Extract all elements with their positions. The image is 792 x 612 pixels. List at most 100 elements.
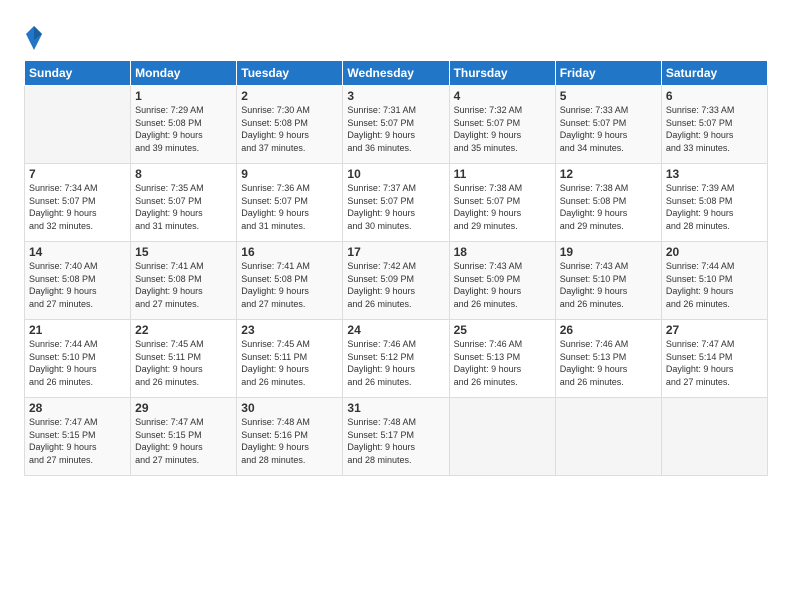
day-number: 23	[241, 323, 338, 337]
day-cell: 11Sunrise: 7:38 AM Sunset: 5:07 PM Dayli…	[449, 164, 555, 242]
day-info: Sunrise: 7:39 AM Sunset: 5:08 PM Dayligh…	[666, 182, 763, 232]
day-cell: 9Sunrise: 7:36 AM Sunset: 5:07 PM Daylig…	[237, 164, 343, 242]
day-number: 3	[347, 89, 444, 103]
day-number: 29	[135, 401, 232, 415]
day-number: 16	[241, 245, 338, 259]
day-cell: 30Sunrise: 7:48 AM Sunset: 5:16 PM Dayli…	[237, 398, 343, 476]
day-number: 17	[347, 245, 444, 259]
week-row-4: 21Sunrise: 7:44 AM Sunset: 5:10 PM Dayli…	[25, 320, 768, 398]
day-info: Sunrise: 7:36 AM Sunset: 5:07 PM Dayligh…	[241, 182, 338, 232]
day-info: Sunrise: 7:35 AM Sunset: 5:07 PM Dayligh…	[135, 182, 232, 232]
day-cell: 19Sunrise: 7:43 AM Sunset: 5:10 PM Dayli…	[555, 242, 661, 320]
day-number: 24	[347, 323, 444, 337]
header-cell-thursday: Thursday	[449, 61, 555, 86]
day-cell: 5Sunrise: 7:33 AM Sunset: 5:07 PM Daylig…	[555, 86, 661, 164]
day-number: 30	[241, 401, 338, 415]
day-cell: 31Sunrise: 7:48 AM Sunset: 5:17 PM Dayli…	[343, 398, 449, 476]
day-cell: 3Sunrise: 7:31 AM Sunset: 5:07 PM Daylig…	[343, 86, 449, 164]
day-info: Sunrise: 7:30 AM Sunset: 5:08 PM Dayligh…	[241, 104, 338, 154]
day-info: Sunrise: 7:32 AM Sunset: 5:07 PM Dayligh…	[454, 104, 551, 154]
day-info: Sunrise: 7:29 AM Sunset: 5:08 PM Dayligh…	[135, 104, 232, 154]
day-info: Sunrise: 7:43 AM Sunset: 5:10 PM Dayligh…	[560, 260, 657, 310]
day-number: 10	[347, 167, 444, 181]
day-number: 31	[347, 401, 444, 415]
day-cell: 14Sunrise: 7:40 AM Sunset: 5:08 PM Dayli…	[25, 242, 131, 320]
day-cell: 24Sunrise: 7:46 AM Sunset: 5:12 PM Dayli…	[343, 320, 449, 398]
day-info: Sunrise: 7:38 AM Sunset: 5:08 PM Dayligh…	[560, 182, 657, 232]
day-number: 28	[29, 401, 126, 415]
day-info: Sunrise: 7:48 AM Sunset: 5:16 PM Dayligh…	[241, 416, 338, 466]
day-info: Sunrise: 7:40 AM Sunset: 5:08 PM Dayligh…	[29, 260, 126, 310]
day-number: 15	[135, 245, 232, 259]
day-cell: 15Sunrise: 7:41 AM Sunset: 5:08 PM Dayli…	[131, 242, 237, 320]
day-info: Sunrise: 7:42 AM Sunset: 5:09 PM Dayligh…	[347, 260, 444, 310]
day-cell: 28Sunrise: 7:47 AM Sunset: 5:15 PM Dayli…	[25, 398, 131, 476]
day-info: Sunrise: 7:37 AM Sunset: 5:07 PM Dayligh…	[347, 182, 444, 232]
day-number: 26	[560, 323, 657, 337]
day-cell: 20Sunrise: 7:44 AM Sunset: 5:10 PM Dayli…	[661, 242, 767, 320]
day-cell	[555, 398, 661, 476]
day-number: 5	[560, 89, 657, 103]
logo	[24, 24, 47, 52]
week-row-2: 7Sunrise: 7:34 AM Sunset: 5:07 PM Daylig…	[25, 164, 768, 242]
day-number: 4	[454, 89, 551, 103]
logo-icon	[24, 24, 44, 52]
day-cell	[25, 86, 131, 164]
day-cell	[661, 398, 767, 476]
day-cell: 25Sunrise: 7:46 AM Sunset: 5:13 PM Dayli…	[449, 320, 555, 398]
day-info: Sunrise: 7:38 AM Sunset: 5:07 PM Dayligh…	[454, 182, 551, 232]
day-cell	[449, 398, 555, 476]
day-cell: 29Sunrise: 7:47 AM Sunset: 5:15 PM Dayli…	[131, 398, 237, 476]
day-info: Sunrise: 7:48 AM Sunset: 5:17 PM Dayligh…	[347, 416, 444, 466]
day-cell: 26Sunrise: 7:46 AM Sunset: 5:13 PM Dayli…	[555, 320, 661, 398]
day-info: Sunrise: 7:47 AM Sunset: 5:14 PM Dayligh…	[666, 338, 763, 388]
day-cell: 6Sunrise: 7:33 AM Sunset: 5:07 PM Daylig…	[661, 86, 767, 164]
header-cell-sunday: Sunday	[25, 61, 131, 86]
day-info: Sunrise: 7:34 AM Sunset: 5:07 PM Dayligh…	[29, 182, 126, 232]
day-info: Sunrise: 7:44 AM Sunset: 5:10 PM Dayligh…	[29, 338, 126, 388]
header-cell-saturday: Saturday	[661, 61, 767, 86]
day-info: Sunrise: 7:45 AM Sunset: 5:11 PM Dayligh…	[135, 338, 232, 388]
day-cell: 13Sunrise: 7:39 AM Sunset: 5:08 PM Dayli…	[661, 164, 767, 242]
day-number: 11	[454, 167, 551, 181]
day-cell: 18Sunrise: 7:43 AM Sunset: 5:09 PM Dayli…	[449, 242, 555, 320]
day-number: 2	[241, 89, 338, 103]
day-cell: 21Sunrise: 7:44 AM Sunset: 5:10 PM Dayli…	[25, 320, 131, 398]
week-row-1: 1Sunrise: 7:29 AM Sunset: 5:08 PM Daylig…	[25, 86, 768, 164]
header-cell-wednesday: Wednesday	[343, 61, 449, 86]
week-row-3: 14Sunrise: 7:40 AM Sunset: 5:08 PM Dayli…	[25, 242, 768, 320]
day-number: 27	[666, 323, 763, 337]
calendar-table: SundayMondayTuesdayWednesdayThursdayFrid…	[24, 60, 768, 476]
day-info: Sunrise: 7:43 AM Sunset: 5:09 PM Dayligh…	[454, 260, 551, 310]
day-number: 13	[666, 167, 763, 181]
day-info: Sunrise: 7:33 AM Sunset: 5:07 PM Dayligh…	[560, 104, 657, 154]
header	[24, 20, 768, 52]
day-info: Sunrise: 7:33 AM Sunset: 5:07 PM Dayligh…	[666, 104, 763, 154]
day-number: 19	[560, 245, 657, 259]
day-info: Sunrise: 7:46 AM Sunset: 5:13 PM Dayligh…	[454, 338, 551, 388]
day-number: 12	[560, 167, 657, 181]
day-cell: 2Sunrise: 7:30 AM Sunset: 5:08 PM Daylig…	[237, 86, 343, 164]
day-cell: 7Sunrise: 7:34 AM Sunset: 5:07 PM Daylig…	[25, 164, 131, 242]
header-row: SundayMondayTuesdayWednesdayThursdayFrid…	[25, 61, 768, 86]
day-number: 9	[241, 167, 338, 181]
day-number: 1	[135, 89, 232, 103]
day-cell: 10Sunrise: 7:37 AM Sunset: 5:07 PM Dayli…	[343, 164, 449, 242]
day-cell: 23Sunrise: 7:45 AM Sunset: 5:11 PM Dayli…	[237, 320, 343, 398]
day-number: 6	[666, 89, 763, 103]
day-info: Sunrise: 7:47 AM Sunset: 5:15 PM Dayligh…	[135, 416, 232, 466]
day-number: 18	[454, 245, 551, 259]
day-info: Sunrise: 7:45 AM Sunset: 5:11 PM Dayligh…	[241, 338, 338, 388]
day-info: Sunrise: 7:46 AM Sunset: 5:12 PM Dayligh…	[347, 338, 444, 388]
day-cell: 4Sunrise: 7:32 AM Sunset: 5:07 PM Daylig…	[449, 86, 555, 164]
day-info: Sunrise: 7:41 AM Sunset: 5:08 PM Dayligh…	[241, 260, 338, 310]
day-cell: 12Sunrise: 7:38 AM Sunset: 5:08 PM Dayli…	[555, 164, 661, 242]
header-cell-tuesday: Tuesday	[237, 61, 343, 86]
day-cell: 16Sunrise: 7:41 AM Sunset: 5:08 PM Dayli…	[237, 242, 343, 320]
day-number: 14	[29, 245, 126, 259]
day-number: 20	[666, 245, 763, 259]
day-cell: 8Sunrise: 7:35 AM Sunset: 5:07 PM Daylig…	[131, 164, 237, 242]
day-cell: 22Sunrise: 7:45 AM Sunset: 5:11 PM Dayli…	[131, 320, 237, 398]
day-number: 22	[135, 323, 232, 337]
day-info: Sunrise: 7:47 AM Sunset: 5:15 PM Dayligh…	[29, 416, 126, 466]
